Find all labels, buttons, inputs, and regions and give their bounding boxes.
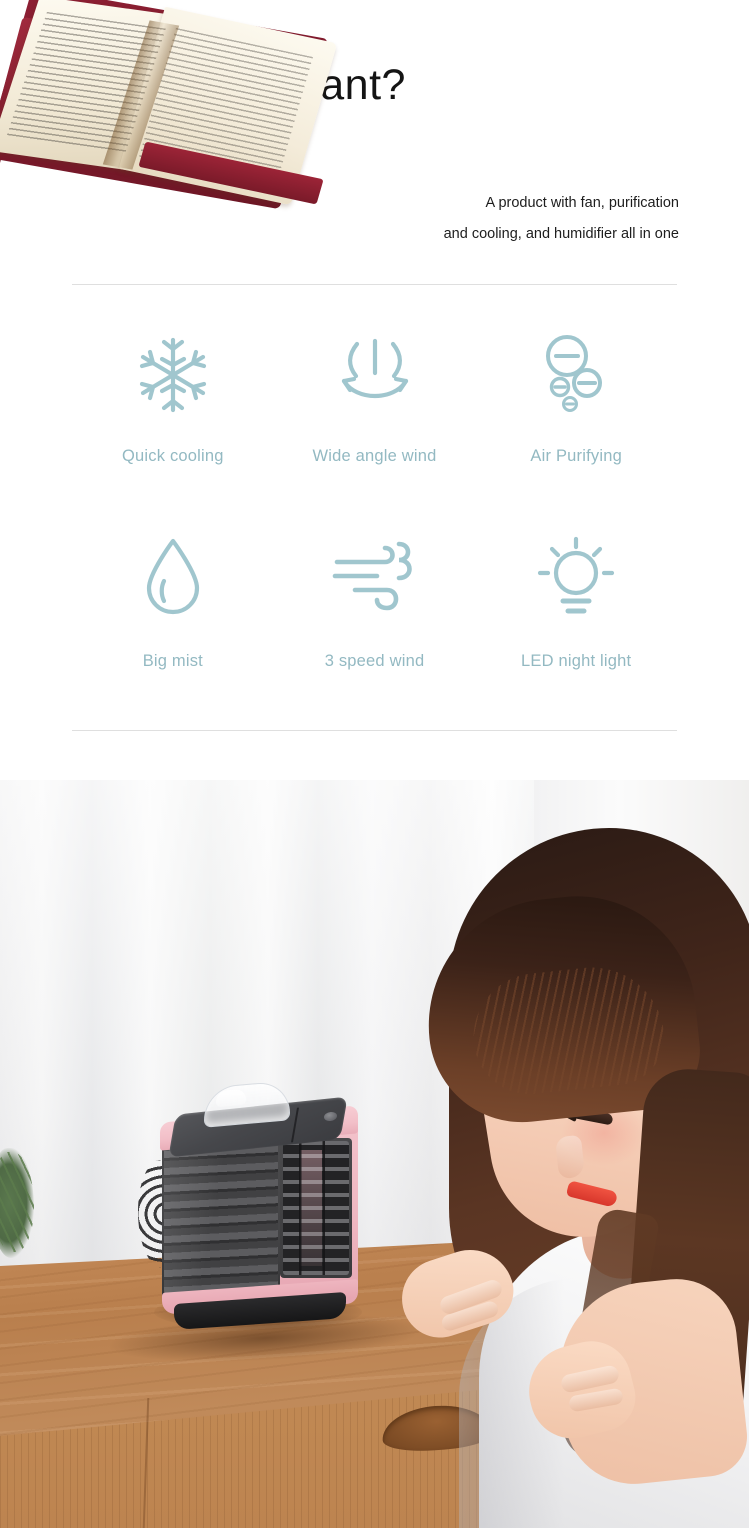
feature-label: Air Purifying xyxy=(530,447,622,465)
feature-big-mist: Big mist xyxy=(72,525,274,710)
wind-swirl-icon xyxy=(329,525,421,630)
negative-ion-icon xyxy=(537,325,615,425)
description-line-1: A product with fan, purification xyxy=(485,195,679,211)
feature-label: Wide angle wind xyxy=(312,447,437,465)
feature-label: Big mist xyxy=(142,652,203,670)
divider-top xyxy=(72,284,677,285)
feature-label: 3 speed wind xyxy=(324,652,425,670)
water-droplet-icon xyxy=(140,525,206,630)
feature-3-speed-wind: 3 speed wind xyxy=(274,525,476,710)
feature-quick-cooling: Quick cooling xyxy=(72,325,274,525)
feature-row-2: Big mist 3 speed wind LED night light xyxy=(72,525,677,710)
feature-row-1: Quick cooling Wide angle wind Air Purify… xyxy=(72,325,677,525)
feature-led-night-light: LED night light xyxy=(475,525,677,710)
portable-air-cooler xyxy=(138,1080,368,1333)
product-grille-dividers xyxy=(283,1141,349,1275)
product-dome-highlight xyxy=(216,1088,246,1108)
feature-label: LED night light xyxy=(521,652,632,670)
wide-angle-swing-icon xyxy=(332,325,418,425)
product-front-sheen xyxy=(164,1134,278,1302)
woman-reading xyxy=(416,820,749,1528)
feature-label: Quick cooling xyxy=(122,447,224,465)
snowflake-icon xyxy=(137,325,209,425)
description-line-2: and cooling, and humidifier all in one xyxy=(443,226,679,243)
lightbulb-icon xyxy=(535,525,617,630)
feature-wide-angle-wind: Wide angle wind xyxy=(274,325,476,525)
divider-bottom xyxy=(72,730,677,731)
product-description: A product with fan, purification and coo… xyxy=(349,188,679,250)
product-detail-page: Which you want? COOL AND COOL ARTIFACT A… xyxy=(0,0,749,1528)
lifestyle-photo xyxy=(0,780,749,1528)
feature-grid: Quick cooling Wide angle wind Air Purify… xyxy=(72,325,677,710)
feature-air-purifying: Air Purifying xyxy=(475,325,677,525)
